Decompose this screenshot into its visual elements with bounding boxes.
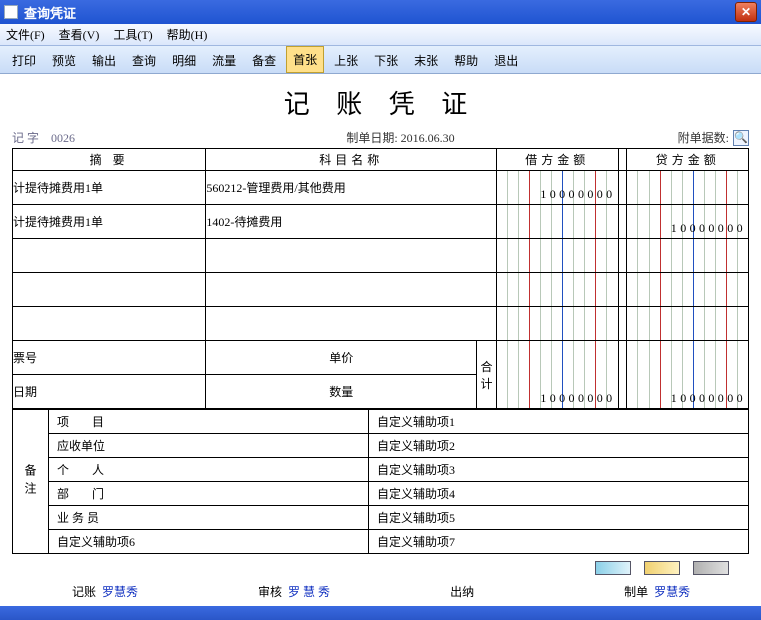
toolbar: 打印 预览 输出 查询 明细 流量 备查 首张 上张 下张 末张 帮助 退出 [0,46,761,74]
meta-row: 记 字 0026 制单日期: 2016.06.30 附单据数: 🔍 [12,129,749,146]
qty-label: 数量 [206,375,477,409]
note-right: 自定义辅助项4 [369,482,749,506]
voucher-word-label: 记 字 [12,131,39,145]
note-right: 自定义辅助项1 [369,410,749,434]
table-row [13,307,749,341]
note-left: 业 务 员 [49,506,369,530]
table-row: 计提待摊费用1单 560212-管理费用/其他费用 10000000 [13,171,749,205]
tb-first[interactable]: 首张 [286,46,324,73]
col-credit: 贷方金额 [627,149,749,171]
audit-name: 罗 慧 秀 [288,583,330,600]
notes-side-label: 备注 [13,410,49,554]
maker-label: 制单 [624,583,648,600]
book-name: 罗慧秀 [102,583,138,600]
col-debit: 借方金额 [497,149,619,171]
voucher-title: 记 账 凭 证 [12,84,749,121]
note-left: 应收单位 [49,434,369,458]
note-right: 自定义辅助项3 [369,458,749,482]
row-subject: 560212-管理费用/其他费用 [206,171,497,205]
total-label: 合 计 [477,341,497,409]
tb-exit[interactable]: 退出 [488,48,524,73]
status-icon-c[interactable] [693,561,729,575]
tb-check[interactable]: 备查 [246,48,282,73]
price-label: 单价 [206,341,477,375]
ticket-label: 票号 [13,341,206,375]
notes-table: 备注 项 目 自定义辅助项1 应收单位自定义辅助项2 个 人自定义辅助项3 部 … [12,409,749,554]
table-row [13,273,749,307]
search-icon[interactable]: 🔍 [733,130,749,146]
note-left: 项 目 [49,410,369,434]
tb-output[interactable]: 输出 [86,48,122,73]
voucher-number: 0026 [51,131,75,145]
note-left: 部 门 [49,482,369,506]
window-title: 查询凭证 [24,3,76,22]
menu-tool[interactable]: 工具(T) [113,26,152,43]
titlebar: 查询凭证 ✕ [0,0,761,24]
row-debit: 10000000 [497,171,619,205]
note-right: 自定义辅助项2 [369,434,749,458]
tb-help[interactable]: 帮助 [448,48,484,73]
tb-flow[interactable]: 流量 [206,48,242,73]
table-row [13,239,749,273]
voucher-date-label: 制单日期: [346,131,397,145]
menu-file[interactable]: 文件(F) [6,26,45,43]
signature-row: 记账 罗慧秀 审核 罗 慧 秀 出纳 制单 罗慧秀 [12,579,749,600]
audit-label: 审核 [258,583,282,600]
col-summary: 摘 要 [13,149,206,171]
note-left: 个 人 [49,458,369,482]
tb-preview[interactable]: 预览 [46,48,82,73]
menu-view[interactable]: 查看(V) [59,26,100,43]
tb-detail[interactable]: 明细 [166,48,202,73]
voucher-panel: 记 账 凭 证 记 字 0026 制单日期: 2016.06.30 附单据数: … [0,74,761,608]
status-icon-row [12,554,749,579]
row-credit [627,171,749,205]
total-debit: 10000000 [497,341,619,409]
attach-label: 附单据数: [678,129,729,146]
note-left: 自定义辅助项6 [49,530,369,554]
note-right: 自定义辅助项7 [369,530,749,554]
date2-label: 日期 [13,375,206,409]
book-label: 记账 [72,583,96,600]
total-credit: 10000000 [627,341,749,409]
menubar: 文件(F) 查看(V) 工具(T) 帮助(H) [0,24,761,46]
maker-name: 罗慧秀 [654,583,690,600]
tb-next[interactable]: 下张 [368,48,404,73]
tb-query[interactable]: 查询 [126,48,162,73]
voucher-table: 摘 要 科目名称 借方金额 贷方金额 计提待摊费用1单 560212-管理费用/… [12,148,749,409]
status-icon-a[interactable] [595,561,631,575]
note-right: 自定义辅助项5 [369,506,749,530]
status-icon-b[interactable] [644,561,680,575]
tb-last[interactable]: 末张 [408,48,444,73]
app-icon [4,5,18,19]
close-icon[interactable]: ✕ [735,2,757,22]
tb-print[interactable]: 打印 [6,48,42,73]
voucher-date: 2016.06.30 [401,131,455,145]
tb-prev[interactable]: 上张 [328,48,364,73]
table-row: 计提待摊费用1单 1402-待摊费用 10000000 [13,205,749,239]
row-summary: 计提待摊费用1单 [13,171,206,205]
meta-row-ticket: 票号 单价 合 计 10000000 10000000 [13,341,749,375]
cashier-label: 出纳 [450,583,474,600]
window-border-bottom [0,606,761,620]
menu-help[interactable]: 帮助(H) [167,26,208,43]
col-subject: 科目名称 [206,149,497,171]
